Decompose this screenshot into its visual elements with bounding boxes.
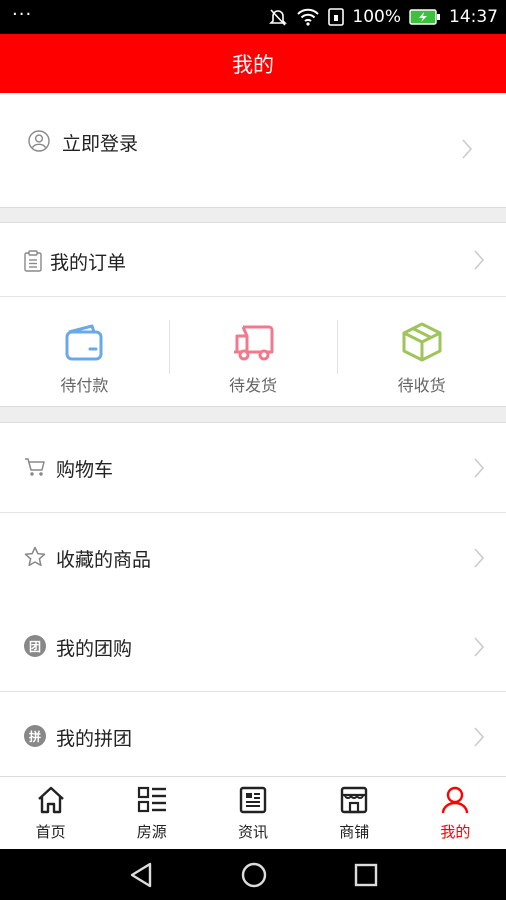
tab-label: 首页 xyxy=(35,823,66,841)
order-status-pending-receipt[interactable]: 待收货 xyxy=(337,298,506,406)
page-title: 我的 xyxy=(232,52,274,77)
wifi-icon xyxy=(296,7,320,27)
section-divider xyxy=(0,207,506,223)
bottom-tab-bar: 首页 房源 资讯 商铺 我的 xyxy=(0,776,506,849)
star-icon xyxy=(24,546,46,572)
menu-item-label: 购物车 xyxy=(56,459,114,481)
status-bar: ··· 100% 14:37 xyxy=(0,0,506,34)
chevron-right-icon xyxy=(474,548,485,572)
home-icon xyxy=(36,786,66,818)
order-status-label: 待付款 xyxy=(60,376,109,395)
cart-icon xyxy=(24,456,46,482)
my-orders-label: 我的订单 xyxy=(50,252,127,274)
system-navigation-bar xyxy=(0,849,506,900)
order-status-label: 待收货 xyxy=(397,376,446,395)
order-status-label: 待发货 xyxy=(229,376,278,395)
news-icon xyxy=(238,786,268,818)
battery-percent: 100% xyxy=(352,7,401,27)
sim-icon xyxy=(328,7,345,27)
recents-square-icon[interactable] xyxy=(353,861,379,893)
chevron-right-icon xyxy=(474,727,485,751)
chevron-right-icon xyxy=(474,250,485,274)
menu-item-group-buy[interactable]: 团 我的团购 xyxy=(0,602,506,692)
notification-dots: ··· xyxy=(12,4,33,25)
chevron-right-icon xyxy=(462,139,473,163)
login-label: 立即登录 xyxy=(62,133,139,155)
pin-tuan-icon: 拼 xyxy=(24,725,46,747)
menu-item-label: 我的拼团 xyxy=(56,728,133,750)
chevron-right-icon xyxy=(474,637,485,661)
tab-listings[interactable]: 房源 xyxy=(101,777,202,849)
user-circle-icon xyxy=(28,130,50,156)
back-icon[interactable] xyxy=(128,861,154,893)
tab-news[interactable]: 资讯 xyxy=(202,777,303,849)
chevron-right-icon xyxy=(474,458,485,482)
menu-item-label: 我的团购 xyxy=(56,638,133,660)
clock-time: 14:37 xyxy=(449,7,498,27)
order-status-grid: 待付款 待发货 待收货 xyxy=(0,298,506,406)
login-row[interactable]: 立即登录 xyxy=(0,93,506,207)
home-circle-icon[interactable] xyxy=(240,861,268,893)
order-status-pending-shipment[interactable]: 待发货 xyxy=(168,298,338,406)
tab-label: 资讯 xyxy=(238,823,269,841)
order-status-pending-payment[interactable]: 待付款 xyxy=(0,298,169,406)
group-buy-icon: 团 xyxy=(24,635,46,657)
shop-icon xyxy=(339,786,369,818)
user-icon xyxy=(440,786,470,818)
tab-mine[interactable]: 我的 xyxy=(405,777,506,849)
menu-item-pin-tuan[interactable]: 拼 我的拼团 xyxy=(0,692,506,776)
tab-home[interactable]: 首页 xyxy=(0,777,101,849)
mute-icon xyxy=(268,7,288,27)
section-divider xyxy=(0,406,506,423)
page-title-bar: 我的 xyxy=(0,34,506,93)
my-orders-row[interactable]: 我的订单 xyxy=(0,223,506,297)
menu-item-label: 收藏的商品 xyxy=(56,549,152,571)
menu-item-favorites[interactable]: 收藏的商品 xyxy=(0,513,506,603)
package-icon xyxy=(401,322,443,366)
tab-label: 商铺 xyxy=(339,823,370,841)
tab-shops[interactable]: 商铺 xyxy=(304,777,405,849)
truck-icon xyxy=(231,322,275,366)
clipboard-icon xyxy=(24,250,42,276)
menu-item-cart[interactable]: 购物车 xyxy=(0,423,506,513)
battery-icon xyxy=(409,8,441,26)
tab-label: 房源 xyxy=(136,823,167,841)
wallet-icon xyxy=(64,322,104,366)
listing-icon xyxy=(137,786,167,818)
tab-label: 我的 xyxy=(440,823,471,841)
